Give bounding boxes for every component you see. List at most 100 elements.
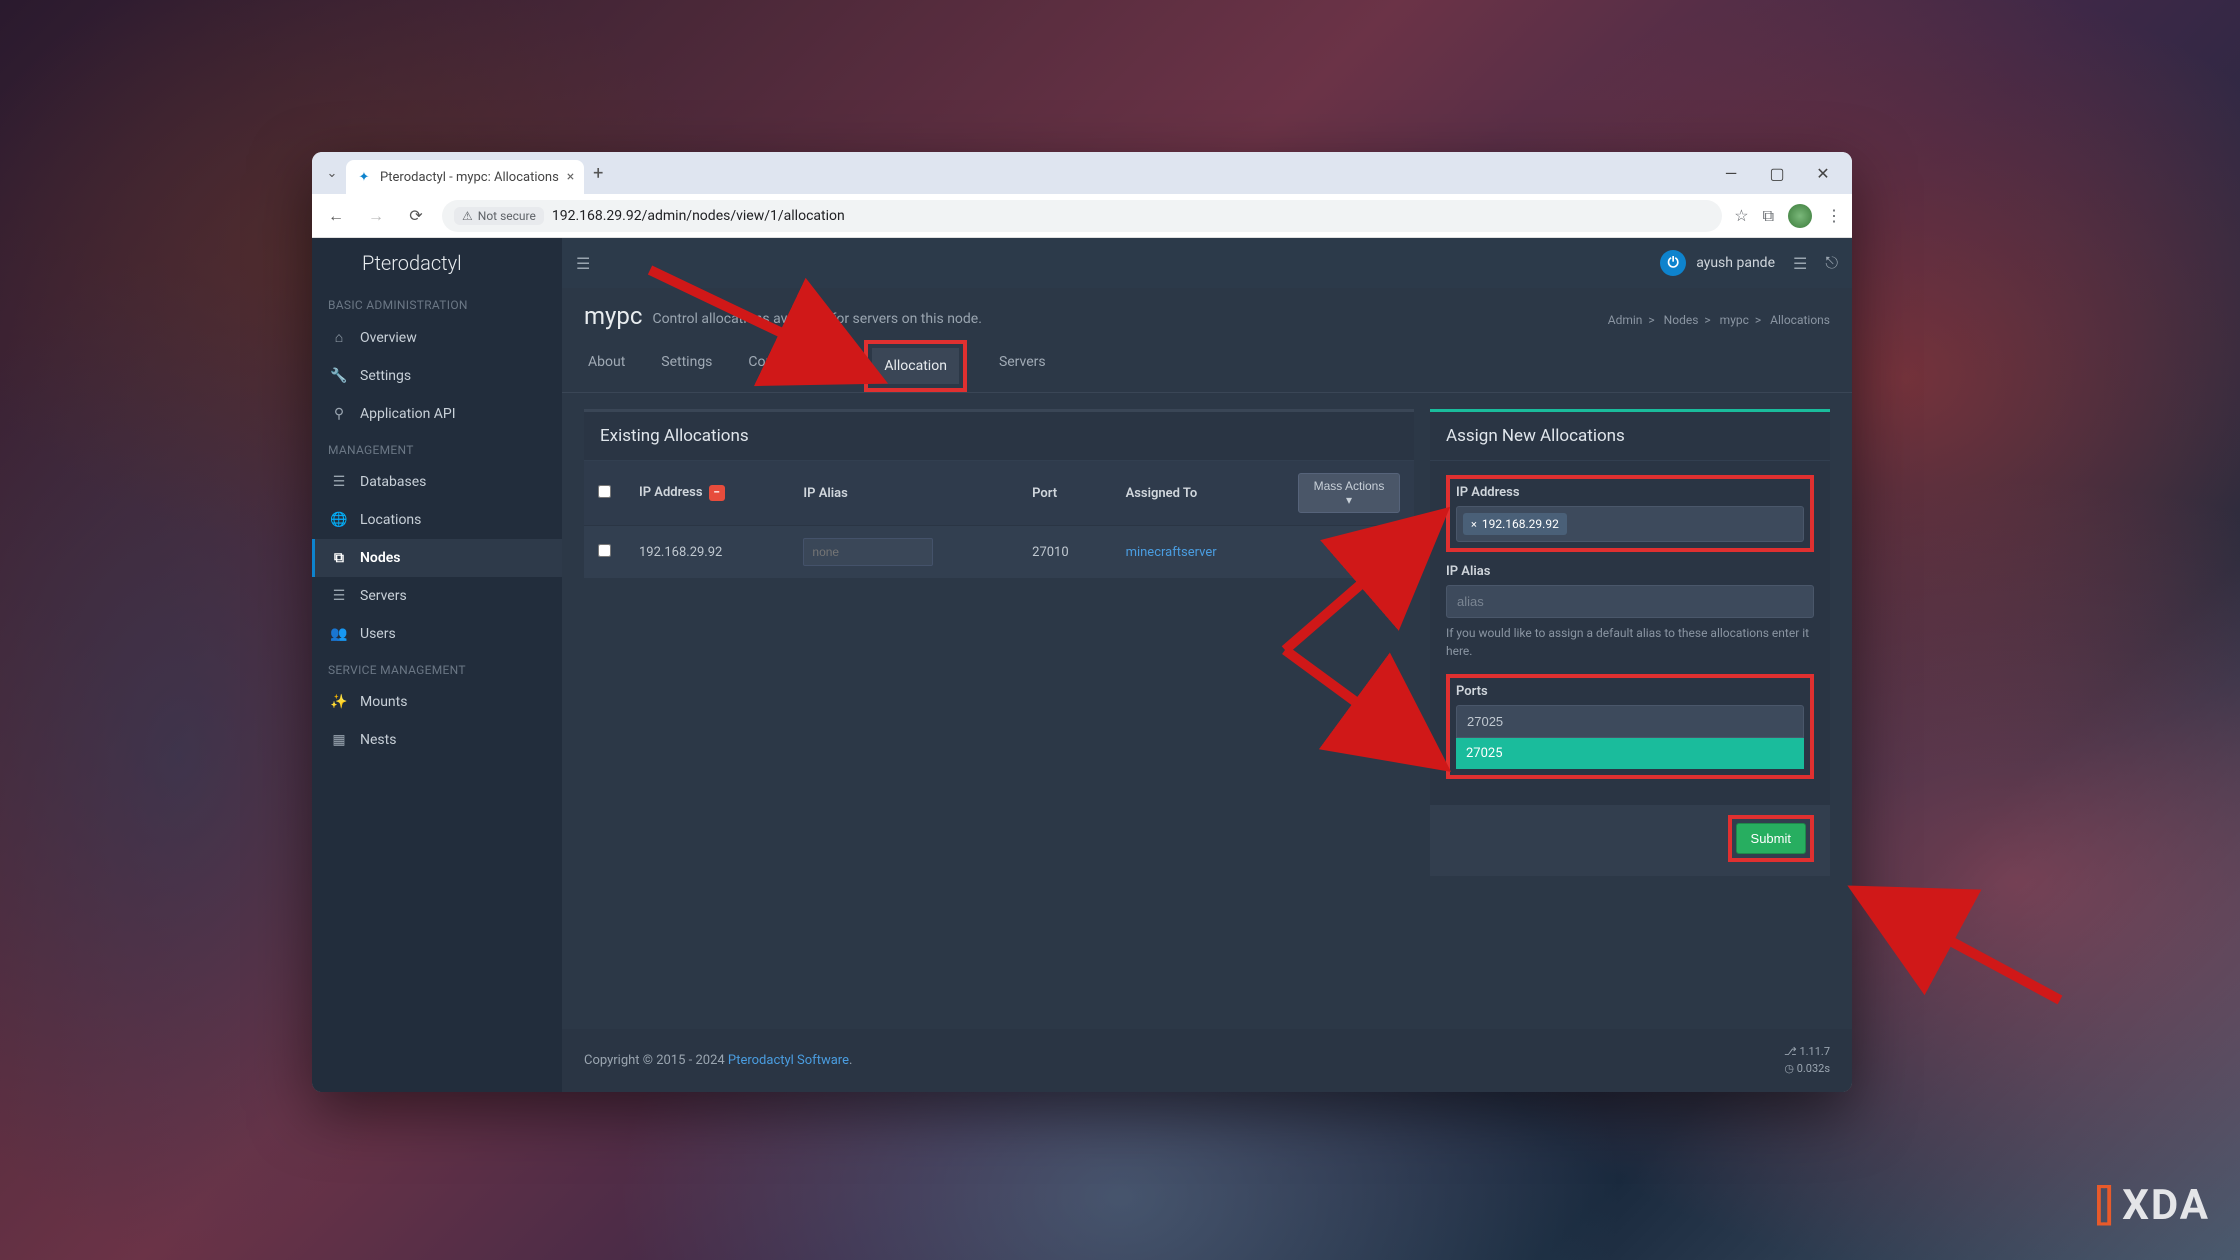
- ports-suggestion[interactable]: 27025: [1456, 738, 1804, 769]
- link-icon: ⚲: [330, 406, 348, 422]
- ip-address-label: IP Address: [1456, 485, 1804, 500]
- profile-avatar[interactable]: [1788, 204, 1812, 228]
- sidebar-item-settings[interactable]: 🔧Settings: [312, 357, 562, 395]
- tab-settings[interactable]: Settings: [657, 344, 716, 392]
- xda-watermark: []XDA: [2094, 1181, 2210, 1230]
- footer-link[interactable]: Pterodactyl Software: [728, 1053, 849, 1068]
- mass-actions-button[interactable]: Mass Actions ▾: [1298, 473, 1400, 513]
- col-assigned: Assigned To: [1112, 461, 1284, 526]
- logout-icon[interactable]: ⎋: [1825, 253, 1838, 273]
- browser-menu-icon[interactable]: ⋮: [1826, 206, 1842, 225]
- ip-address-field[interactable]: ×192.168.29.92: [1456, 506, 1804, 542]
- cell-port: 27010: [1018, 526, 1111, 579]
- browser-window: ⌄ ✦ Pterodactyl - mypc: Allocations × + …: [312, 152, 1852, 1092]
- nav-section-basic: BASIC ADMINISTRATION: [312, 288, 562, 318]
- url-field[interactable]: ⚠ Not secure 192.168.29.92/admin/nodes/v…: [442, 200, 1722, 232]
- assign-title: Assign New Allocations: [1430, 412, 1830, 461]
- layers-icon[interactable]: ☰: [1793, 254, 1807, 273]
- server-icon: ☰: [330, 588, 348, 604]
- power-icon: ⏻: [1660, 250, 1686, 276]
- th-large-icon: ▦: [330, 732, 348, 748]
- sidebar-item-databases[interactable]: ☰Databases: [312, 463, 562, 501]
- assign-allocations-panel: Assign New Allocations IP Address ×192.1…: [1430, 409, 1830, 876]
- col-alias: IP Alias: [789, 461, 1018, 526]
- allocations-table: IP Address− IP Alias Port Assigned To Ma…: [584, 461, 1414, 578]
- sidebar-item-overview[interactable]: ⌂Overview: [312, 318, 562, 357]
- topbar: ☰ ⏻ ayush pande ☰ ⎋: [562, 238, 1852, 288]
- content: mypc Control allocations available for s…: [562, 288, 1852, 1029]
- nav-reload-icon[interactable]: ⟳: [402, 202, 430, 230]
- tab-nav: About Settings Configuration Allocation …: [562, 330, 1852, 393]
- sidebar-item-servers[interactable]: ☰Servers: [312, 577, 562, 615]
- highlight-ip-address: IP Address ×192.168.29.92: [1446, 475, 1814, 552]
- existing-allocations-panel: Existing Allocations IP Address− IP Alia…: [584, 409, 1414, 578]
- sidebar-item-users[interactable]: 👥Users: [312, 615, 562, 653]
- database-icon: ☰: [330, 474, 348, 490]
- nav-back-icon[interactable]: ←: [322, 202, 350, 230]
- user-menu[interactable]: ⏻ ayush pande: [1660, 250, 1775, 276]
- bookmark-star-icon[interactable]: ☆: [1734, 206, 1748, 225]
- existing-title: Existing Allocations: [584, 412, 1414, 461]
- select-all-checkbox[interactable]: [598, 485, 611, 498]
- tab-about[interactable]: About: [584, 344, 629, 392]
- footer: Copyright © 2015 - 2024 Pterodactyl Soft…: [562, 1029, 1852, 1092]
- row-checkbox[interactable]: [598, 544, 611, 557]
- crumb-admin[interactable]: Admin: [1608, 313, 1643, 327]
- sidebar-item-locations[interactable]: 🌐Locations: [312, 501, 562, 539]
- nav-section-mgmt: MANAGEMENT: [312, 433, 562, 463]
- alias-input[interactable]: [803, 538, 933, 566]
- clock-icon: ◷: [1784, 1062, 1794, 1075]
- browser-titlebar: ⌄ ✦ Pterodactyl - mypc: Allocations × + …: [312, 152, 1852, 194]
- assigned-server-link[interactable]: minecraftserver: [1126, 545, 1217, 560]
- crumb-node[interactable]: mypc: [1720, 313, 1749, 327]
- remove-ip-badge[interactable]: −: [709, 485, 725, 501]
- main-column: ☰ ⏻ ayush pande ☰ ⎋ mypc Control allocat…: [562, 238, 1852, 1092]
- sidebar-item-api[interactable]: ⚲Application API: [312, 395, 562, 433]
- sitemap-icon: ⧉: [330, 550, 348, 566]
- submit-button[interactable]: Submit: [1736, 823, 1806, 854]
- crumb-current: Allocations: [1770, 313, 1830, 327]
- users-icon: 👥: [330, 626, 348, 642]
- new-tab-button[interactable]: +: [584, 163, 612, 184]
- highlight-allocation-tab: Allocation: [864, 340, 967, 392]
- nav-forward-icon: →: [362, 202, 390, 230]
- window-close[interactable]: ✕: [1800, 152, 1846, 194]
- ports-input[interactable]: [1456, 705, 1804, 738]
- tab-close-icon[interactable]: ×: [567, 169, 574, 185]
- highlight-submit: Submit: [1728, 815, 1814, 862]
- crumb-nodes[interactable]: Nodes: [1664, 313, 1699, 327]
- sidebar-item-mounts[interactable]: ✨Mounts: [312, 683, 562, 721]
- tab-title: Pterodactyl - mypc: Allocations: [380, 170, 559, 185]
- wrench-icon: 🔧: [330, 368, 348, 384]
- sidebar-toggle-icon[interactable]: ☰: [576, 254, 590, 273]
- security-pill[interactable]: ⚠ Not secure: [454, 207, 544, 225]
- tab-allocation[interactable]: Allocation: [872, 348, 959, 384]
- ip-alias-label: IP Alias: [1446, 564, 1814, 579]
- sidebar: Pterodactyl BASIC ADMINISTRATION ⌂Overvi…: [312, 238, 562, 1092]
- ip-alias-input[interactable]: [1446, 585, 1814, 618]
- sidebar-item-nests[interactable]: ▦Nests: [312, 721, 562, 759]
- extensions-icon[interactable]: ⧉: [1763, 206, 1774, 226]
- browser-tab[interactable]: ✦ Pterodactyl - mypc: Allocations ×: [346, 160, 584, 194]
- highlight-ports: Ports 27025: [1446, 674, 1814, 779]
- window-maximize[interactable]: ▢: [1754, 152, 1800, 194]
- sidebar-item-nodes[interactable]: ⧉Nodes: [312, 539, 562, 577]
- branch-icon: ⎇: [1784, 1045, 1797, 1058]
- tab-servers[interactable]: Servers: [995, 344, 1050, 392]
- warning-icon: ⚠: [462, 209, 473, 223]
- window-minimize[interactable]: ―: [1708, 152, 1754, 194]
- page-subtitle: Control allocations available for server…: [652, 311, 981, 330]
- tablist-dropdown[interactable]: ⌄: [318, 166, 346, 181]
- cell-ip: 192.168.29.92: [625, 526, 789, 579]
- remove-tag-icon[interactable]: ×: [1471, 518, 1477, 531]
- col-port: Port: [1018, 461, 1111, 526]
- tab-configuration[interactable]: Configuration: [744, 344, 836, 392]
- address-bar: ← → ⟳ ⚠ Not secure 192.168.29.92/admin/n…: [312, 194, 1852, 238]
- nav-section-svc: SERVICE MANAGEMENT: [312, 653, 562, 683]
- url-text: 192.168.29.92/admin/nodes/view/1/allocat…: [552, 208, 1710, 224]
- brand-label: Pterodactyl: [312, 238, 562, 288]
- breadcrumb: Admin> Nodes> mypc> Allocations: [1608, 313, 1830, 330]
- ip-alias-hint: If you would like to assign a default al…: [1446, 624, 1814, 660]
- col-ip: IP Address−: [625, 461, 789, 526]
- magic-icon: ✨: [330, 694, 348, 710]
